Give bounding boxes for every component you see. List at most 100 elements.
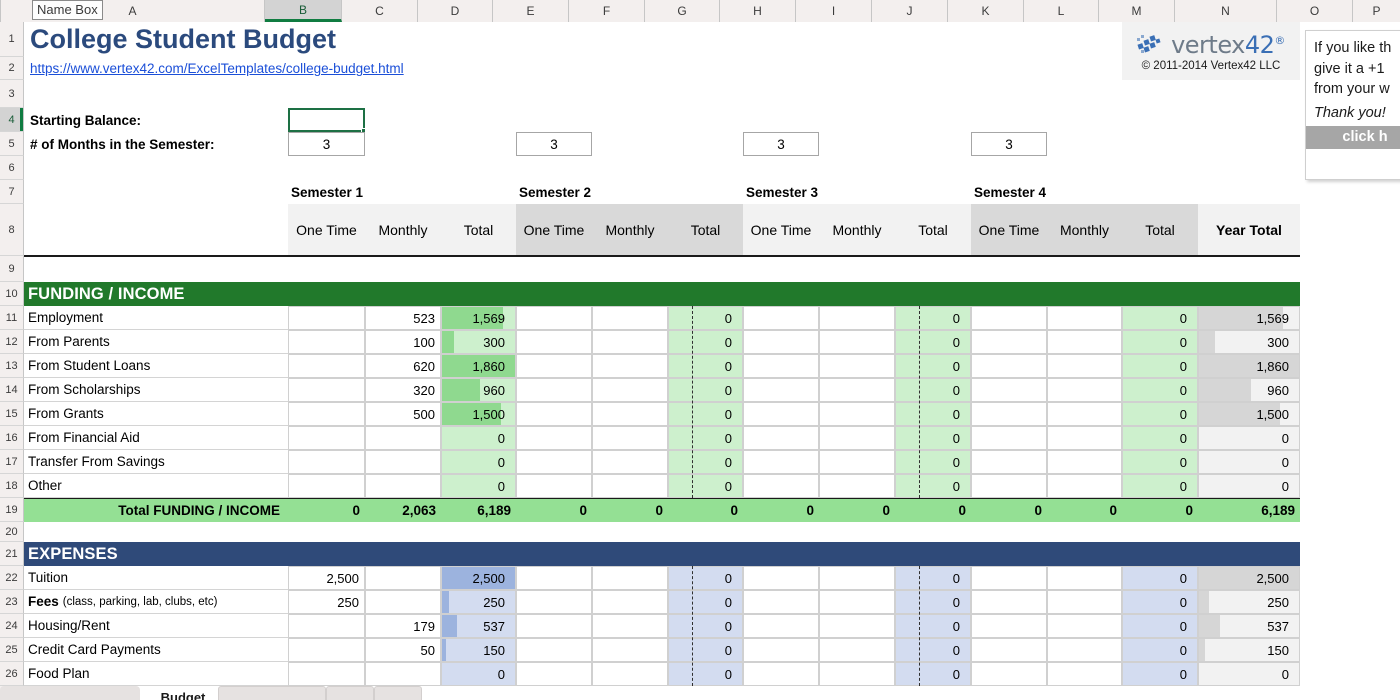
column-header-i[interactable]: I: [796, 0, 872, 22]
cell-K24[interactable]: [971, 614, 1047, 638]
cell-J12[interactable]: 0: [895, 330, 971, 354]
cell-D16[interactable]: 0: [441, 426, 516, 450]
cell-F26[interactable]: [592, 662, 668, 686]
cell-G12[interactable]: 0: [668, 330, 743, 354]
cell-D26[interactable]: 0: [441, 662, 516, 686]
cell-B13[interactable]: [288, 354, 365, 378]
cell-G23[interactable]: 0: [668, 590, 743, 614]
sheet-tab-strip[interactable]: Budget: [0, 686, 1400, 700]
cell-M25[interactable]: 0: [1122, 638, 1198, 662]
cell-B16[interactable]: [288, 426, 365, 450]
row-header-22[interactable]: 22: [0, 566, 24, 590]
cell-E14[interactable]: [516, 378, 592, 402]
row-header-2[interactable]: 2: [0, 57, 24, 80]
cell-L15[interactable]: [1047, 402, 1122, 426]
cell-J26[interactable]: 0: [895, 662, 971, 686]
cell-C24[interactable]: 179: [365, 614, 441, 638]
cell-C16[interactable]: [365, 426, 441, 450]
cell-L26[interactable]: [1047, 662, 1122, 686]
cell-J25[interactable]: 0: [895, 638, 971, 662]
cell-G24[interactable]: 0: [668, 614, 743, 638]
cell-L13[interactable]: [1047, 354, 1122, 378]
cell-E11[interactable]: [516, 306, 592, 330]
row-label-12[interactable]: From Parents: [24, 330, 288, 354]
row-header-6[interactable]: 6: [0, 156, 24, 180]
row-header-24[interactable]: 24: [0, 614, 24, 638]
select-all-corner[interactable]: [0, 0, 1, 22]
cell-E15[interactable]: [516, 402, 592, 426]
cell-B26[interactable]: [288, 662, 365, 686]
cell-B11[interactable]: [288, 306, 365, 330]
cell-F14[interactable]: [592, 378, 668, 402]
cell-M11[interactable]: 0: [1122, 306, 1198, 330]
row-header-25[interactable]: 25: [0, 638, 24, 662]
cell-B17[interactable]: [288, 450, 365, 474]
cell-I11[interactable]: [819, 306, 895, 330]
cell-L25[interactable]: [1047, 638, 1122, 662]
months-input-semester-1[interactable]: 3: [288, 132, 365, 156]
cell-H24[interactable]: [743, 614, 819, 638]
cell-M26[interactable]: 0: [1122, 662, 1198, 686]
cell-M17[interactable]: 0: [1122, 450, 1198, 474]
row-header-17[interactable]: 17: [0, 450, 24, 474]
cell-J11[interactable]: 0: [895, 306, 971, 330]
promo-click-here-button[interactable]: click h: [1306, 125, 1400, 149]
cell-K11[interactable]: [971, 306, 1047, 330]
cell-B15[interactable]: [288, 402, 365, 426]
column-header-k[interactable]: K: [948, 0, 1024, 22]
cell-J23[interactable]: 0: [895, 590, 971, 614]
cell-F25[interactable]: [592, 638, 668, 662]
cell-K14[interactable]: [971, 378, 1047, 402]
cell-F24[interactable]: [592, 614, 668, 638]
row-header-8[interactable]: 8: [0, 204, 24, 256]
cell-G15[interactable]: 0: [668, 402, 743, 426]
cell-K16[interactable]: [971, 426, 1047, 450]
row-label-16[interactable]: From Financial Aid: [24, 426, 288, 450]
row-label-11[interactable]: Employment: [24, 306, 288, 330]
cell-M16[interactable]: 0: [1122, 426, 1198, 450]
cell-I12[interactable]: [819, 330, 895, 354]
row-label-18[interactable]: Other: [24, 474, 288, 498]
cell-C23[interactable]: [365, 590, 441, 614]
cell-D18[interactable]: 0: [441, 474, 516, 498]
cell-D12[interactable]: 300: [441, 330, 516, 354]
cell-H17[interactable]: [743, 450, 819, 474]
cell-G11[interactable]: 0: [668, 306, 743, 330]
cell-J13[interactable]: 0: [895, 354, 971, 378]
cell-E24[interactable]: [516, 614, 592, 638]
cell-K26[interactable]: [971, 662, 1047, 686]
cell-F11[interactable]: [592, 306, 668, 330]
cell-E18[interactable]: [516, 474, 592, 498]
cell-F23[interactable]: [592, 590, 668, 614]
cell-D11[interactable]: 1,569: [441, 306, 516, 330]
row-header-10[interactable]: 10: [0, 282, 24, 306]
row-header-12[interactable]: 12: [0, 330, 24, 354]
column-header-p[interactable]: P: [1353, 0, 1400, 22]
cell-H25[interactable]: [743, 638, 819, 662]
cell-H12[interactable]: [743, 330, 819, 354]
cell-F13[interactable]: [592, 354, 668, 378]
cell-G18[interactable]: 0: [668, 474, 743, 498]
cell-B24[interactable]: [288, 614, 365, 638]
row-label-15[interactable]: From Grants: [24, 402, 288, 426]
cell-L18[interactable]: [1047, 474, 1122, 498]
cell-L22[interactable]: [1047, 566, 1122, 590]
cell-C12[interactable]: 100: [365, 330, 441, 354]
cell-I14[interactable]: [819, 378, 895, 402]
cell-L16[interactable]: [1047, 426, 1122, 450]
cell-M14[interactable]: 0: [1122, 378, 1198, 402]
cell-I25[interactable]: [819, 638, 895, 662]
cell-I22[interactable]: [819, 566, 895, 590]
cell-L17[interactable]: [1047, 450, 1122, 474]
template-url-link[interactable]: https://www.vertex42.com/ExcelTemplates/…: [24, 57, 1122, 80]
spreadsheet-grid[interactable]: College Student Budget vertex42® © 2011-20…: [24, 22, 1400, 700]
starting-balance-input[interactable]: [288, 108, 366, 133]
column-header-l[interactable]: L: [1024, 0, 1099, 22]
cell-E12[interactable]: [516, 330, 592, 354]
cell-D14[interactable]: 960: [441, 378, 516, 402]
cell-E22[interactable]: [516, 566, 592, 590]
cell-F22[interactable]: [592, 566, 668, 590]
cell-K25[interactable]: [971, 638, 1047, 662]
row-header-23[interactable]: 23: [0, 590, 24, 614]
cell-D25[interactable]: 150: [441, 638, 516, 662]
